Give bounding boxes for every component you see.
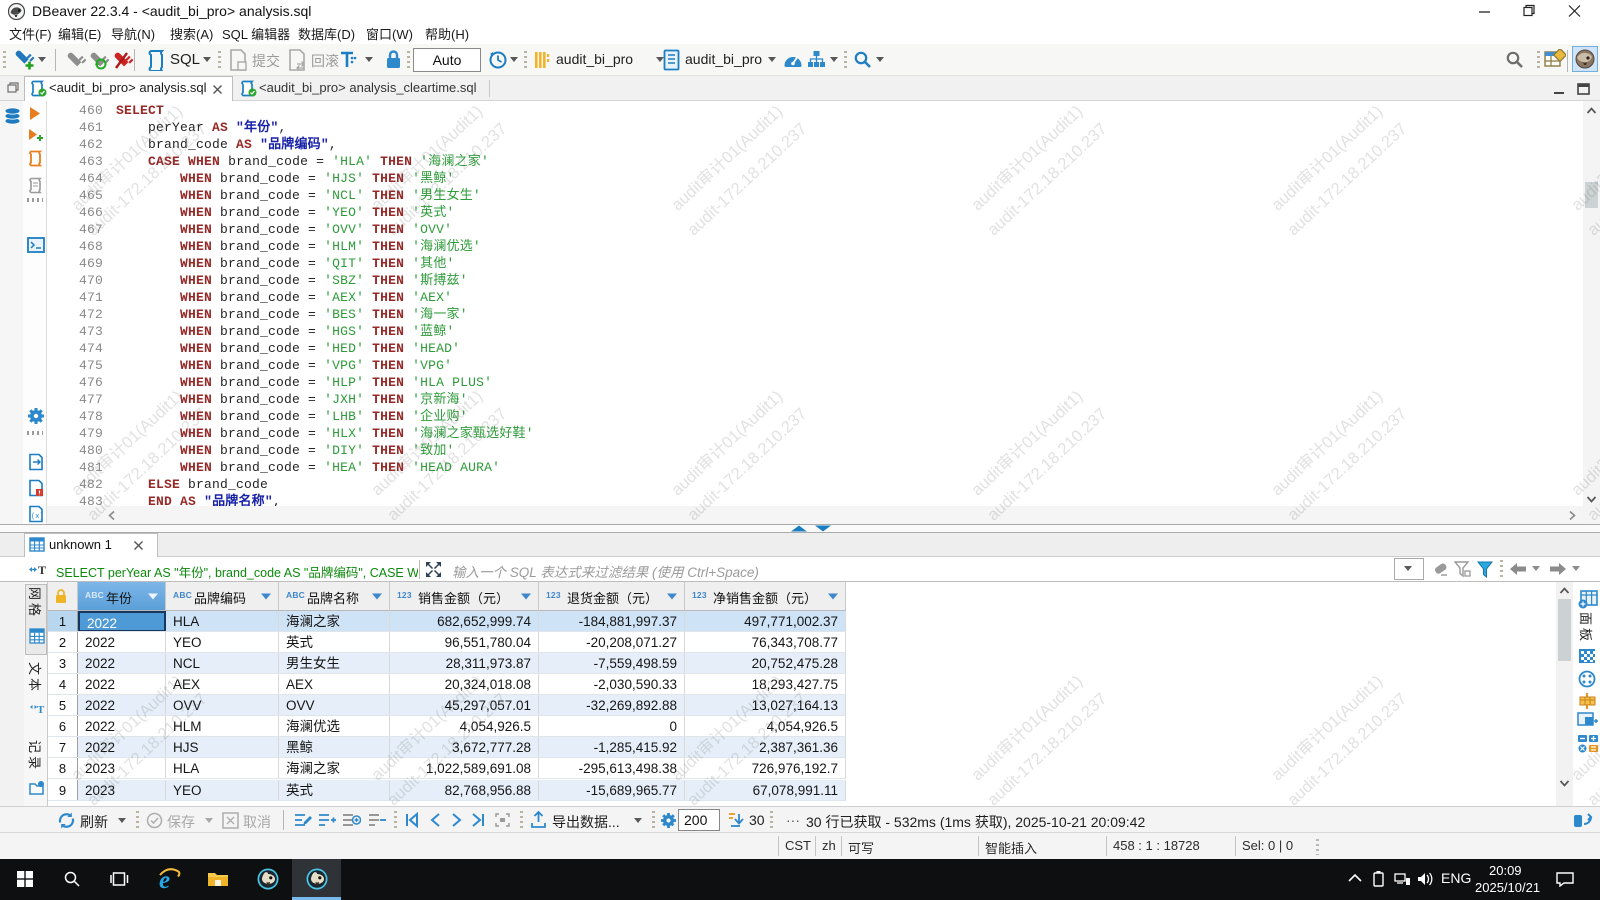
svg-text:(x): (x): [31, 513, 44, 521]
svg-text:T: T: [37, 704, 45, 716]
svg-text:T: T: [38, 563, 46, 577]
